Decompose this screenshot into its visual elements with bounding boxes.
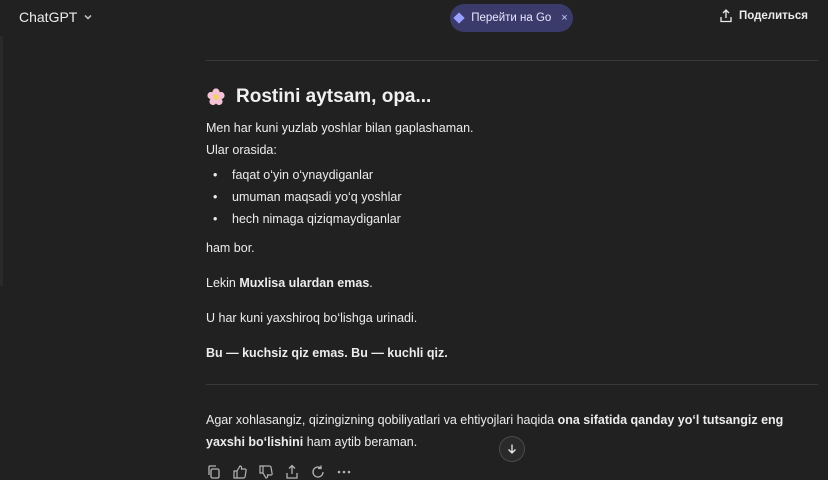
divider [206, 60, 818, 61]
scroll-down-button[interactable] [499, 436, 525, 462]
upgrade-go-pill[interactable]: Перейти на Go × [450, 4, 573, 32]
go-diamond-icon [453, 12, 465, 24]
message-line: Bu — kuchsiz qiz emas. Bu — kuchli qiz. [206, 346, 448, 360]
share-button[interactable]: Поделиться [719, 9, 808, 23]
message-line: ham bor. [206, 241, 255, 255]
offer-line: Agar xohlasangiz, qizingizning qobiliyat… [206, 413, 784, 427]
close-icon[interactable]: × [561, 12, 567, 24]
chevron-down-icon [84, 15, 92, 20]
offer-line: yaxshi bo‘lishini ham aytib beraman. [206, 435, 418, 449]
heading-text: Rostini aytsam, opa... [236, 86, 432, 107]
share-icon [720, 9, 732, 23]
model-label: ChatGPT [19, 9, 78, 25]
message-heading: Rostini aytsam, opa... [206, 86, 431, 108]
sidebar-edge [0, 36, 3, 286]
message-line: Lekin Muxlisa ulardan emas. [206, 276, 373, 290]
message-line: Ular orasida: [206, 143, 277, 157]
model-selector[interactable]: ChatGPT [19, 9, 93, 25]
divider [206, 384, 818, 385]
message-line: U har kuni yaxshiroq bo‘lishga urinadi. [206, 311, 418, 325]
top-bar: ChatGPT Перейти на Go × Поделиться [0, 0, 828, 36]
share-label: Поделиться [738, 10, 808, 22]
go-label: Перейти на Go [471, 12, 552, 24]
message-line: Men har kuni yuzlab yoshlar bilan gaplas… [206, 121, 474, 135]
arrow-down-icon [508, 444, 516, 454]
flower-icon [207, 88, 225, 106]
